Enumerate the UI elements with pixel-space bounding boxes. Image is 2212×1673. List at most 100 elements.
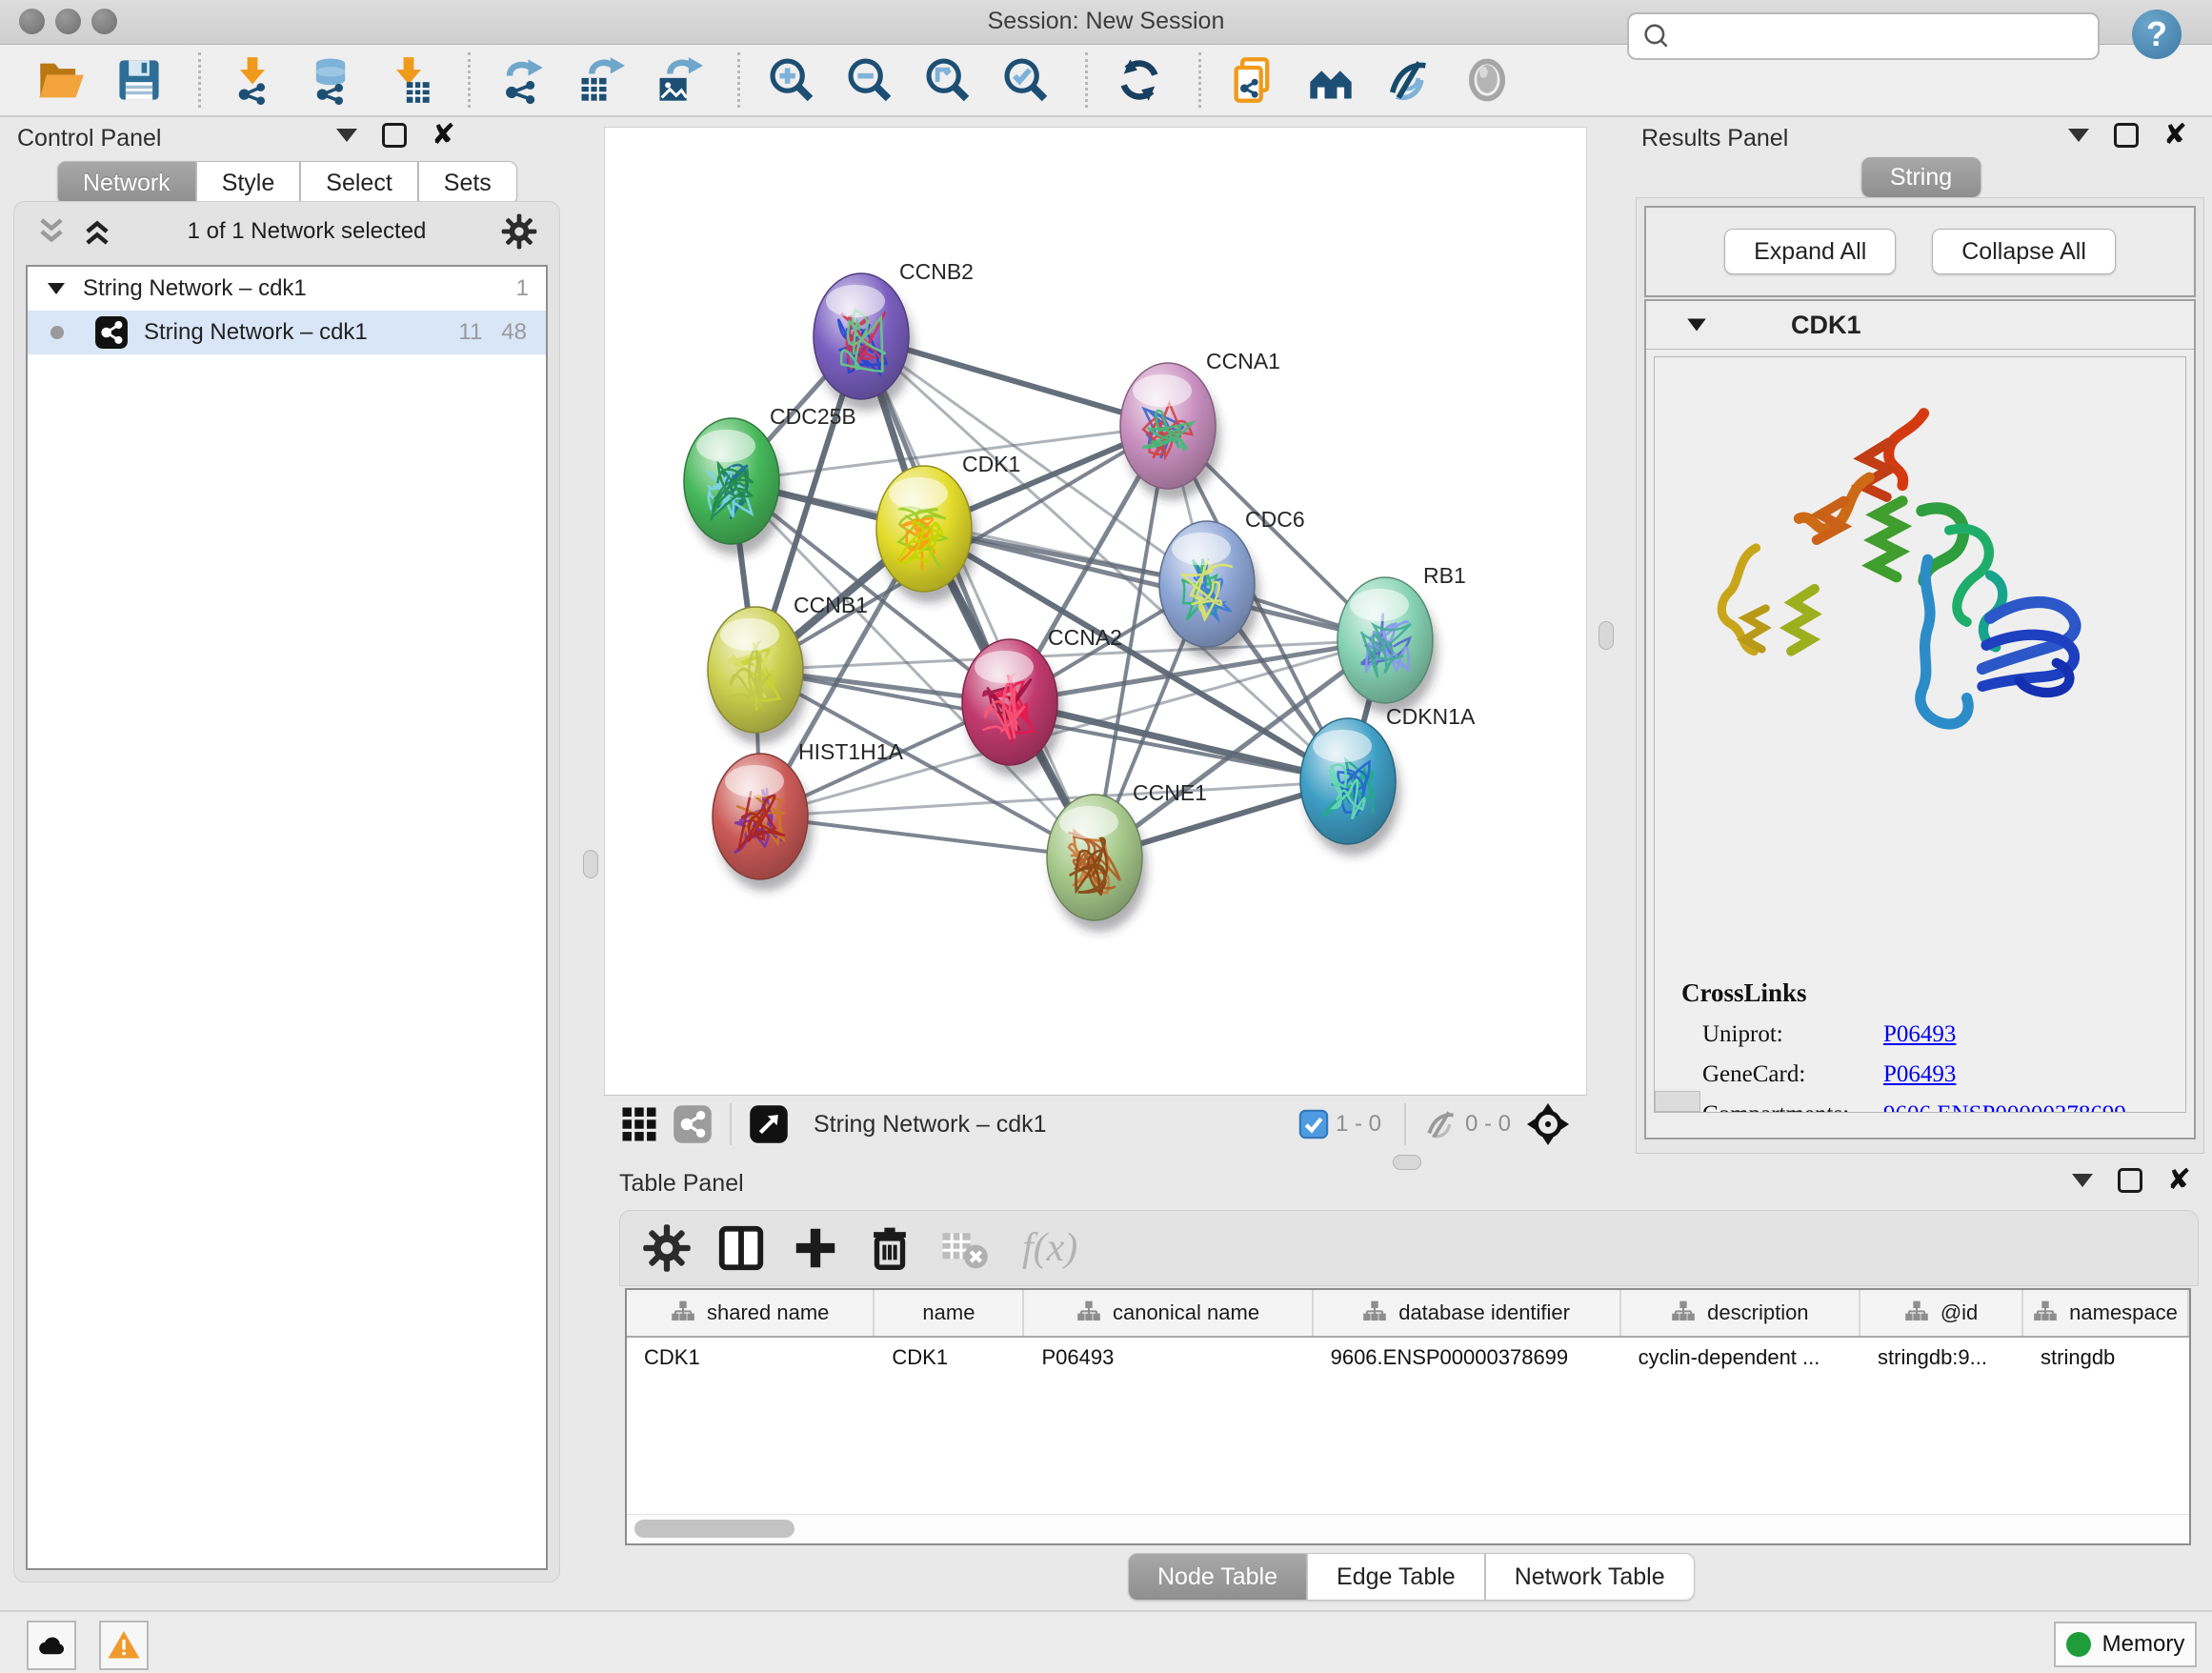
network-options-gear-icon[interactable] xyxy=(500,212,538,251)
add-column-icon[interactable] xyxy=(790,1222,841,1274)
network-tab-body: 1 of 1 Network selected String Network –… xyxy=(13,201,560,1582)
scrollbar-thumb[interactable] xyxy=(634,1520,794,1538)
column-header-namespace[interactable]: namespace xyxy=(2023,1290,2189,1336)
import-network-from-file-icon[interactable] xyxy=(228,55,277,105)
crosslink-link[interactable]: P06493 xyxy=(1883,1021,1956,1048)
tab-style[interactable]: Style xyxy=(196,161,301,205)
tab-network-table[interactable]: Network Table xyxy=(1485,1553,1695,1601)
node-label-CCNB1: CCNB1 xyxy=(794,593,868,617)
gene-section: CDK1 cyclin–dependent kinase 1 xyxy=(1644,299,2196,1139)
collapse-all-button[interactable]: Collapse All xyxy=(1932,229,2116,274)
export-network-to-file-icon[interactable] xyxy=(497,55,547,105)
crosslink-row: Compartments:9606.ENSP00000378699 xyxy=(1681,1101,2126,1113)
column-header-canonical-name[interactable]: canonical name xyxy=(1024,1290,1313,1336)
warning-button[interactable] xyxy=(99,1621,149,1670)
expand-all-networks-icon[interactable] xyxy=(81,215,113,248)
tab-edge-table[interactable]: Edge Table xyxy=(1307,1553,1485,1601)
crosslink-link[interactable]: 9606.ENSP00000378699 xyxy=(1883,1101,2126,1113)
tab-select[interactable]: Select xyxy=(300,161,417,205)
import-table-from-file-icon[interactable] xyxy=(384,55,433,105)
network-toolbar-separator xyxy=(1404,1103,1406,1145)
results-panel-close-icon[interactable]: ✘ xyxy=(2163,125,2187,146)
pan-crosshair-icon[interactable] xyxy=(1526,1102,1570,1146)
column-type-icon xyxy=(1904,1300,1929,1325)
right-splitter-handle[interactable] xyxy=(1599,621,1614,650)
crosslink-label: Compartments: xyxy=(1702,1101,1883,1113)
export-table-to-file-icon[interactable] xyxy=(575,55,625,105)
memory-button[interactable]: Memory xyxy=(2054,1622,2197,1667)
table-horizontal-scrollbar[interactable] xyxy=(627,1514,2189,1543)
tab-network[interactable]: Network xyxy=(57,161,196,205)
table-options-gear-icon[interactable] xyxy=(641,1222,693,1274)
import-network-from-database-icon[interactable] xyxy=(306,55,355,105)
results-panel-title: Results Panel xyxy=(1641,125,1788,152)
network-status-dot xyxy=(50,326,64,339)
node-CCNE1[interactable]: CCNE1 xyxy=(1047,780,1207,932)
gene-expander-icon[interactable] xyxy=(1684,312,1709,337)
column-header-description[interactable]: description xyxy=(1621,1290,1860,1336)
show-all-icon[interactable] xyxy=(1462,55,1512,105)
results-panel-float-icon[interactable] xyxy=(2114,123,2139,148)
tab-sets[interactable]: Sets xyxy=(418,161,517,205)
control-panel-close-icon[interactable]: ✘ xyxy=(432,125,455,146)
hidden-eye-icon[interactable] xyxy=(1423,1106,1459,1142)
node-CCNB2[interactable]: CCNB2 xyxy=(814,259,974,411)
tab-string[interactable]: String xyxy=(1861,157,1981,197)
node-CDC6[interactable]: CDC6 xyxy=(1159,507,1305,658)
network-row-selected[interactable]: String Network – cdk1 11 48 xyxy=(28,311,546,354)
left-splitter-handle[interactable] xyxy=(583,850,598,878)
table-panel-float-icon[interactable] xyxy=(2118,1168,2142,1193)
results-panel-menu-icon[interactable] xyxy=(2068,129,2089,142)
node-RB1[interactable]: RB1 xyxy=(1337,563,1466,715)
grid-view-icon[interactable] xyxy=(619,1104,659,1144)
copy-network-icon[interactable] xyxy=(1228,55,1277,105)
node-HIST1H1A[interactable]: HIST1H1A xyxy=(713,739,904,891)
gene-section-header[interactable]: CDK1 xyxy=(1646,301,2194,350)
table-panel-menu-icon[interactable] xyxy=(2072,1174,2093,1187)
table-row[interactable]: CDK1CDK1P064939606.ENSP00000378699cyclin… xyxy=(627,1338,2189,1381)
delete-column-icon[interactable] xyxy=(864,1222,915,1274)
column-header-shared-name[interactable]: shared name xyxy=(627,1290,875,1336)
first-neighbors-icon[interactable] xyxy=(1306,55,1356,105)
birdseye-view-icon[interactable] xyxy=(749,1104,789,1144)
node-CDC25B[interactable]: CDC25B xyxy=(684,404,856,555)
table-cell: cyclin-dependent ... xyxy=(1621,1338,1860,1381)
network-edge-count: 48 xyxy=(501,319,527,346)
open-session-icon[interactable] xyxy=(36,55,86,105)
zoom-out-icon[interactable] xyxy=(845,55,895,105)
node-table-body: CDK1CDK1P064939606.ENSP00000378699cyclin… xyxy=(627,1338,2189,1381)
control-panel: Control Panel ✘ NetworkStyleSelectSets 1… xyxy=(0,117,572,1613)
save-session-icon[interactable] xyxy=(114,55,164,105)
network-canvas[interactable]: CCNB2CCNA1CDC25BCDK1CDC6RB1CCNB1CCNA2CDK… xyxy=(604,127,1587,1096)
zoom-fit-icon[interactable] xyxy=(923,55,973,105)
results-scroll-stub[interactable] xyxy=(1655,1091,1700,1112)
table-panel-close-icon[interactable]: ✘ xyxy=(2167,1170,2191,1191)
selected-checkbox-icon[interactable] xyxy=(1297,1108,1330,1140)
node-CCNA1[interactable]: CCNA1 xyxy=(1120,349,1280,500)
node-CDKN1A[interactable]: CDKN1A xyxy=(1300,704,1476,856)
show-columns-icon[interactable] xyxy=(715,1222,767,1274)
export-image-icon[interactable] xyxy=(654,55,703,105)
collection-expander-icon[interactable] xyxy=(45,277,68,300)
hide-selection-icon[interactable] xyxy=(1384,55,1434,105)
expand-all-button[interactable]: Expand All xyxy=(1724,229,1896,274)
selected-count: 1 - 0 xyxy=(1336,1111,1381,1138)
control-panel-menu-icon[interactable] xyxy=(336,129,357,142)
control-panel-float-icon[interactable] xyxy=(382,123,407,148)
tab-node-table[interactable]: Node Table xyxy=(1128,1553,1307,1601)
refresh-view-icon[interactable] xyxy=(1115,55,1164,105)
column-header-name[interactable]: name xyxy=(875,1290,1024,1336)
network-collection-row[interactable]: String Network – cdk1 1 xyxy=(28,267,546,311)
column-header-database-identifier[interactable]: database identifier xyxy=(1314,1290,1621,1336)
crosslink-link[interactable]: P06493 xyxy=(1883,1061,1956,1088)
help-button[interactable]: ? xyxy=(2132,10,2182,59)
cloud-button[interactable] xyxy=(27,1621,76,1670)
search-input[interactable] xyxy=(1679,23,2098,50)
network-view-share-icon[interactable] xyxy=(673,1104,713,1144)
zoom-in-icon[interactable] xyxy=(767,55,816,105)
zoom-selected-icon[interactable] xyxy=(1001,55,1051,105)
node-label-CDC25B: CDC25B xyxy=(770,404,856,429)
network-list: String Network – cdk1 1 String Network –… xyxy=(26,265,548,1570)
column-header-@id[interactable]: @id xyxy=(1860,1290,2023,1336)
collapse-all-networks-icon[interactable] xyxy=(35,215,68,248)
